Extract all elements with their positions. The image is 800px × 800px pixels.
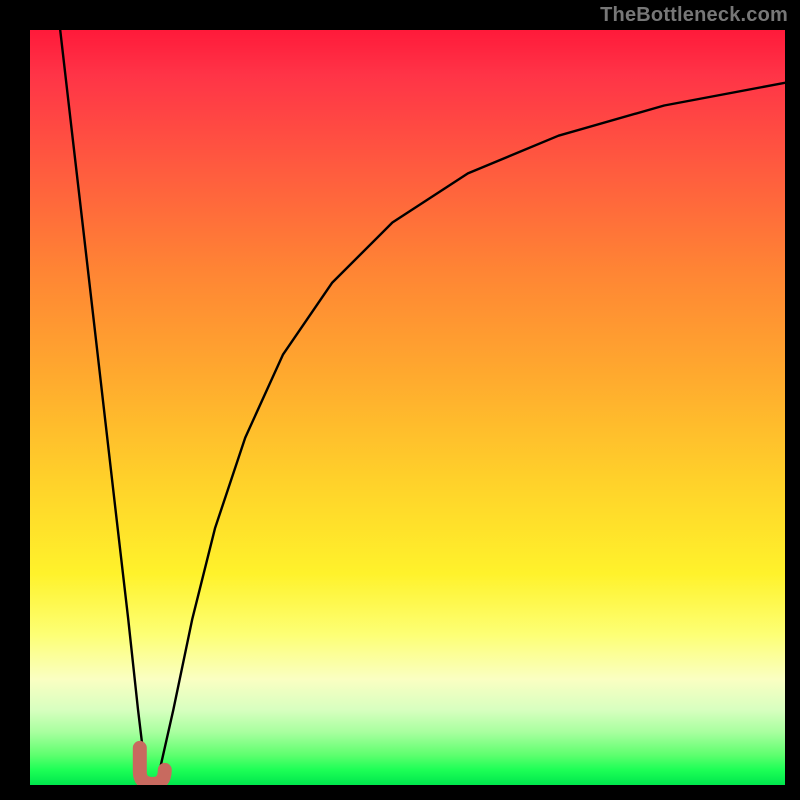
plot-area: [30, 30, 785, 785]
chart-frame: TheBottleneck.com: [0, 0, 800, 800]
curve-right-branch: [161, 83, 785, 766]
watermark-text: TheBottleneck.com: [600, 4, 788, 27]
curve-left-branch: [60, 30, 145, 766]
curve-layer: [30, 30, 785, 785]
minimum-marker: [140, 748, 165, 784]
